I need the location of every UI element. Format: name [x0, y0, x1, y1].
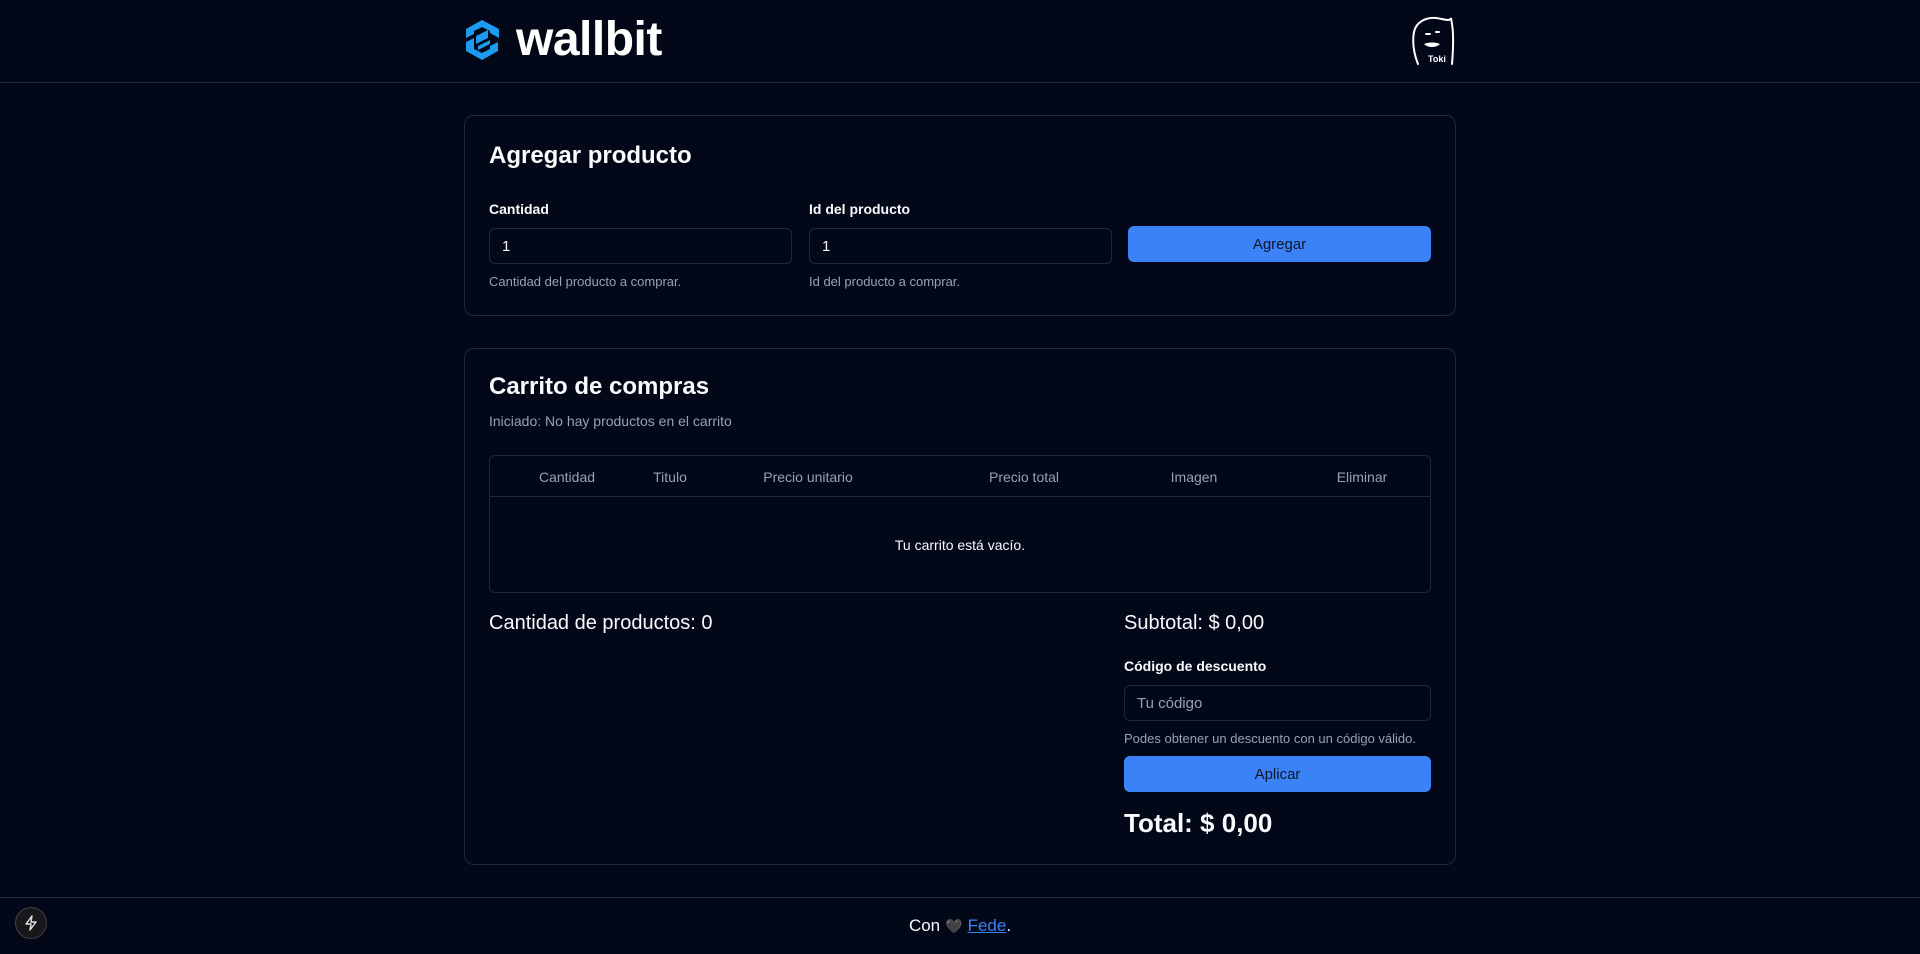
- cart-card: Carrito de compras Iniciado: No hay prod…: [464, 348, 1456, 865]
- empty-cart-message: Tu carrito está vacío.: [894, 537, 1026, 553]
- cart-title: Carrito de compras: [489, 373, 710, 400]
- add-button[interactable]: Agregar: [1128, 226, 1431, 262]
- avatar[interactable]: Toki: [1406, 14, 1456, 68]
- quantity-hint: Cantidad del producto a comprar.: [489, 274, 682, 289]
- author-link[interactable]: Fede: [968, 916, 1007, 935]
- site-header: wallbit Toki: [0, 0, 1920, 83]
- quantity-input[interactable]: [489, 228, 792, 264]
- product-count: Cantidad de productos: 0: [489, 612, 713, 634]
- logo-text: wallbit: [516, 13, 662, 66]
- column-header-eliminar[interactable]: Eliminar: [1337, 469, 1388, 485]
- discount-hint: Podes obtener un descuento con un código…: [1124, 731, 1416, 746]
- column-header-titulo[interactable]: Titulo: [653, 469, 687, 485]
- table-header: Cantidad Titulo Precio unitario Precio t…: [490, 456, 1430, 497]
- cart-status: Iniciado: No hay productos en el carrito: [489, 413, 732, 429]
- total: Total: $ 0,00: [1124, 808, 1273, 838]
- footer-prefix: Con: [908, 916, 941, 935]
- column-header-precio-unitario[interactable]: Precio unitario: [763, 469, 853, 485]
- toki-avatar-icon: Toki: [1412, 16, 1455, 65]
- product-id-hint: Id del producto a comprar.: [809, 274, 961, 289]
- wallbit-logo-icon: [466, 20, 499, 60]
- product-id-input[interactable]: [809, 228, 1112, 264]
- product-id-label: Id del producto: [809, 201, 911, 217]
- quantity-label: Cantidad: [489, 201, 549, 217]
- apply-discount-button[interactable]: Aplicar: [1124, 756, 1431, 792]
- add-product-card: Agregar producto Cantidad Cantidad del p…: [464, 115, 1456, 316]
- column-header-imagen[interactable]: Imagen: [1171, 469, 1218, 485]
- cart-table: Cantidad Titulo Precio unitario Precio t…: [489, 455, 1431, 593]
- heart-icon: 🖤: [945, 917, 963, 934]
- devtools-toggle-button[interactable]: [15, 907, 47, 939]
- add-product-title: Agregar producto: [489, 142, 692, 169]
- column-header-precio-total[interactable]: Precio total: [989, 469, 1059, 485]
- subtotal: Subtotal: $ 0,00: [1124, 612, 1265, 634]
- footer-suffix: .: [1006, 916, 1012, 935]
- bolt-icon: [25, 915, 37, 931]
- wallbit-logo[interactable]: wallbit: [462, 13, 662, 66]
- discount-code-input[interactable]: [1124, 685, 1431, 721]
- site-footer: Con 🖤 Fede.: [0, 897, 1920, 954]
- discount-label: Código de descuento: [1124, 658, 1267, 674]
- column-header-cantidad[interactable]: Cantidad: [539, 469, 595, 485]
- svg-text:Toki: Toki: [1428, 54, 1446, 64]
